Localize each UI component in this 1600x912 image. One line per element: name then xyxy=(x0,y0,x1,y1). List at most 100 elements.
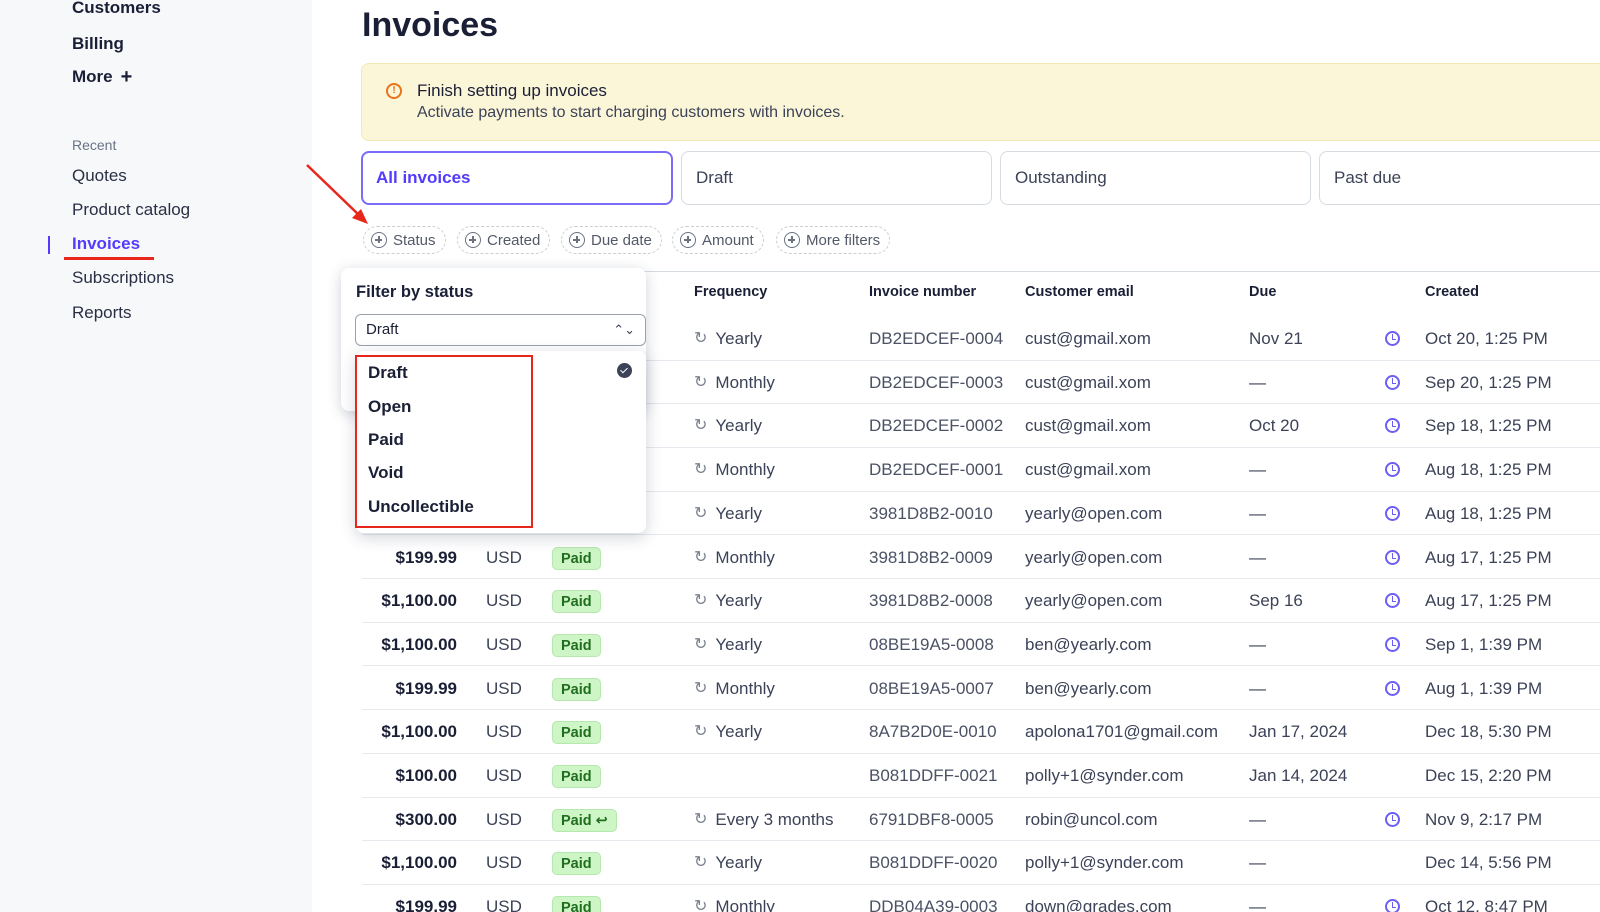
created-cell: Aug 17, 1:25 PM xyxy=(1425,547,1552,567)
status-select[interactable]: Draft ⌃⌄ xyxy=(355,314,646,346)
table-row[interactable]: $1,100.00 USD Paid ↻ Yearly 8A7B2D0E-0010 apol… xyxy=(362,710,1600,754)
annotation-arrow xyxy=(306,164,368,224)
created-cell: Oct 12, 8:47 PM xyxy=(1425,897,1548,912)
created-cell: Nov 9, 2:17 PM xyxy=(1425,809,1543,829)
filter-created[interactable]: Created xyxy=(457,226,551,254)
table-row[interactable]: $199.99 USD Paid ↻ Monthly 08BE19A5-0007 ben@y… xyxy=(362,667,1600,711)
sidebar-item-more[interactable]: More + xyxy=(72,67,132,87)
sidebar-item-product-catalog[interactable]: Product catalog xyxy=(72,200,190,220)
created-cell: Oct 20, 1:25 PM xyxy=(1425,329,1548,348)
invoice-number-cell: DB2EDCEF-0003 xyxy=(869,372,1004,392)
currency-cell: USD xyxy=(486,678,522,698)
tab-draft[interactable]: Draft xyxy=(681,151,992,205)
customer-email-cell: down@grades.com xyxy=(1025,897,1172,912)
banner-title: Finish setting up invoices xyxy=(417,81,607,100)
invoice-number-cell: 3981D8B2-0010 xyxy=(869,503,993,523)
customer-email-cell: polly+1@synder.com xyxy=(1025,766,1184,785)
sidebar-item-quotes[interactable]: Quotes xyxy=(72,166,127,186)
frequency-label: Yearly xyxy=(715,416,763,436)
filter-status-label: Status xyxy=(393,231,436,249)
frequency-label: Monthly xyxy=(715,678,775,698)
status-badge: Paid xyxy=(552,896,601,912)
frequency-label: Yearly xyxy=(715,722,763,742)
amount-cell: $199.99 xyxy=(395,678,457,698)
customer-email-cell: apolona1701@gmail.com xyxy=(1025,722,1219,742)
recurring-icon: ↻ xyxy=(694,635,708,653)
table-row[interactable]: $100.00 USD Paid B081DDFF-0021 polly+1@synde… xyxy=(362,754,1600,798)
recurring-icon: ↻ xyxy=(694,854,708,872)
table-row[interactable]: $1,100.00 USD Paid ↻ Yearly B081DDFF-0020 poll… xyxy=(362,841,1600,885)
setup-banner: ! Finish setting up invoices Activate pa… xyxy=(361,63,1600,141)
due-cell: — xyxy=(1249,634,1266,654)
customer-email-cell: yearly@open.com xyxy=(1025,591,1163,611)
frequency-cell: ↻ Yearly xyxy=(694,492,762,535)
filter-due-date[interactable]: Due date xyxy=(561,226,662,254)
frequency-label: Monthly xyxy=(715,547,775,567)
filter-more-label: More filters xyxy=(806,231,881,249)
status-badge-label: Paid xyxy=(561,681,592,698)
recurring-icon: ↻ xyxy=(694,723,708,741)
tab-past-due[interactable]: Past due xyxy=(1319,151,1600,205)
table-row[interactable]: $1,100.00 USD Paid ↻ Yearly 08BE19A5-0008 ben@… xyxy=(362,623,1600,667)
amount-cell: $300.00 xyxy=(395,809,457,829)
recurring-icon: ↻ xyxy=(694,504,708,522)
amount-cell: $199.99 xyxy=(395,897,457,912)
column-header-created[interactable]: Created xyxy=(1425,284,1479,300)
table-row[interactable]: $199.99 USD Paid ↻ Monthly DDB04A39-0003 down@… xyxy=(362,885,1600,912)
sidebar-item-customers[interactable]: Customers xyxy=(72,0,161,18)
currency-cell: USD xyxy=(486,766,522,785)
status-badge-label: Paid xyxy=(561,900,592,912)
recurring-icon: ↻ xyxy=(694,373,708,391)
invoice-number-cell: DB2EDCEF-0004 xyxy=(869,329,1004,348)
customer-email-cell: cust@gmail.xom xyxy=(1025,329,1151,348)
clock-icon xyxy=(1385,549,1400,565)
due-cell: — xyxy=(1249,547,1266,567)
status-select-value: Draft xyxy=(366,321,399,338)
tab-outstanding[interactable]: Outstanding xyxy=(1000,151,1311,205)
created-cell: Aug 17, 1:25 PM xyxy=(1425,591,1552,611)
customer-email-cell: cust@gmail.xom xyxy=(1025,460,1151,480)
sidebar-item-billing[interactable]: Billing xyxy=(72,34,124,54)
due-cell: — xyxy=(1249,678,1266,698)
filter-status[interactable]: Status xyxy=(363,226,446,254)
sidebar-item-invoices[interactable]: Invoices xyxy=(72,234,140,254)
sidebar-item-more-label: More xyxy=(72,67,113,86)
currency-cell: USD xyxy=(486,853,522,873)
sidebar-recent-label: Recent xyxy=(72,137,117,153)
recurring-icon: ↻ xyxy=(694,548,708,566)
frequency-cell: ↻ Yearly xyxy=(694,404,762,447)
tab-all-invoices[interactable]: All invoices xyxy=(361,151,673,205)
table-row[interactable]: $300.00 USD Paid ↩ ↻ Every 3 months 6791DBF8-… xyxy=(362,798,1600,842)
customer-email-cell: yearly@open.com xyxy=(1025,503,1163,523)
due-cell: — xyxy=(1249,853,1266,873)
refund-icon: ↩ xyxy=(595,812,608,829)
invoice-number-cell: B081DDFF-0020 xyxy=(869,853,998,873)
column-header-frequency[interactable]: Frequency xyxy=(694,284,767,300)
due-cell: Jan 14, 2024 xyxy=(1249,766,1348,785)
table-row[interactable]: $1,100.00 USD Paid ↻ Yearly 3981D8B2-0008 year… xyxy=(362,579,1600,623)
filter-amount[interactable]: Amount xyxy=(672,226,764,254)
chevron-updown-icon: ⌃⌄ xyxy=(613,322,635,337)
recurring-icon: ↻ xyxy=(694,810,708,828)
plus-circle-icon xyxy=(569,232,585,248)
customer-email-cell: robin@uncol.com xyxy=(1025,809,1158,829)
frequency-cell: ↻ Yearly xyxy=(694,710,762,753)
annotation-underline xyxy=(64,257,154,260)
column-header-due[interactable]: Due xyxy=(1249,284,1276,300)
sidebar-item-subscriptions[interactable]: Subscriptions xyxy=(72,268,174,288)
status-badge-label: Paid xyxy=(561,812,592,829)
currency-cell: USD xyxy=(486,897,522,912)
frequency-cell: ↻ Monthly xyxy=(694,667,775,710)
column-header-invoice-number[interactable]: Invoice number xyxy=(869,284,976,300)
table-row[interactable]: $199.99 USD Paid ↻ Monthly 3981D8B2-0009 yearl… xyxy=(362,536,1600,579)
clock-icon xyxy=(1385,462,1400,478)
invoice-number-cell: DDB04A39-0003 xyxy=(869,897,998,912)
invoice-number-cell: DB2EDCEF-0002 xyxy=(869,416,1004,436)
filter-more[interactable]: More filters xyxy=(776,226,891,254)
sidebar-item-reports[interactable]: Reports xyxy=(72,303,132,323)
created-cell: Aug 18, 1:25 PM xyxy=(1425,460,1552,480)
created-cell: Dec 18, 5:30 PM xyxy=(1425,722,1552,742)
frequency-cell: ↻ Yearly xyxy=(694,317,762,360)
column-header-customer-email[interactable]: Customer email xyxy=(1025,284,1134,300)
clock-icon xyxy=(1385,374,1400,390)
